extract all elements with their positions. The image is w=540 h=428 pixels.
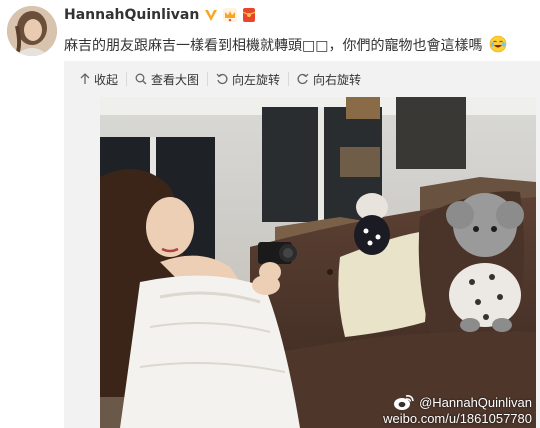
search-icon — [135, 73, 147, 85]
rotate-left-icon — [216, 73, 228, 85]
verified-badge-icon[interactable] — [203, 7, 219, 23]
rotate-right-label: 向右旋转 — [313, 72, 362, 87]
post-photo[interactable]: @HannahQuinlivan weibo.com/u/1861057780 — [100, 97, 536, 428]
crown-badge-icon[interactable] — [222, 7, 238, 23]
rotate-left-button[interactable]: 向左旋转 — [208, 72, 290, 87]
user-badges — [203, 7, 257, 23]
weibo-logo-icon — [394, 395, 414, 410]
username[interactable]: HannahQuinlivan — [64, 7, 199, 23]
post-text-content: 麻吉的朋友跟麻吉一樣看到相機就轉頭□□，你們的寵物也會這樣嗎 — [64, 38, 483, 54]
media-viewer: 收起 查看大图 向左旋转 向右旋转 @HannahQuinlivan weibo… — [64, 61, 540, 428]
watermark-handle: @HannahQuinlivan — [419, 394, 532, 410]
collapse-label: 收起 — [94, 72, 119, 87]
view-large-label: 查看大图 — [151, 72, 200, 87]
avatar[interactable] — [7, 6, 57, 56]
media-toolbar: 收起 查看大图 向左旋转 向右旋转 — [78, 72, 369, 87]
avatar-image — [7, 6, 57, 56]
rotate-left-label: 向左旋转 — [232, 72, 281, 87]
post-text: 麻吉的朋友跟麻吉一樣看到相機就轉頭□□，你們的寵物也會這樣嗎 — [64, 35, 507, 57]
rotate-right-button[interactable]: 向右旋转 — [289, 72, 369, 87]
collapse-button[interactable]: 收起 — [78, 72, 128, 87]
view-large-button[interactable]: 查看大图 — [127, 72, 209, 87]
hongbao-badge-icon[interactable] — [241, 7, 257, 23]
arrow-up-icon — [80, 73, 90, 84]
photo-image — [100, 97, 536, 428]
weibo-watermark: @HannahQuinlivan weibo.com/u/1861057780 — [383, 393, 532, 427]
rotate-right-icon — [297, 73, 309, 85]
watermark-url: weibo.com/u/1861057780 — [383, 411, 532, 426]
laughing-emoji-icon — [489, 35, 507, 57]
